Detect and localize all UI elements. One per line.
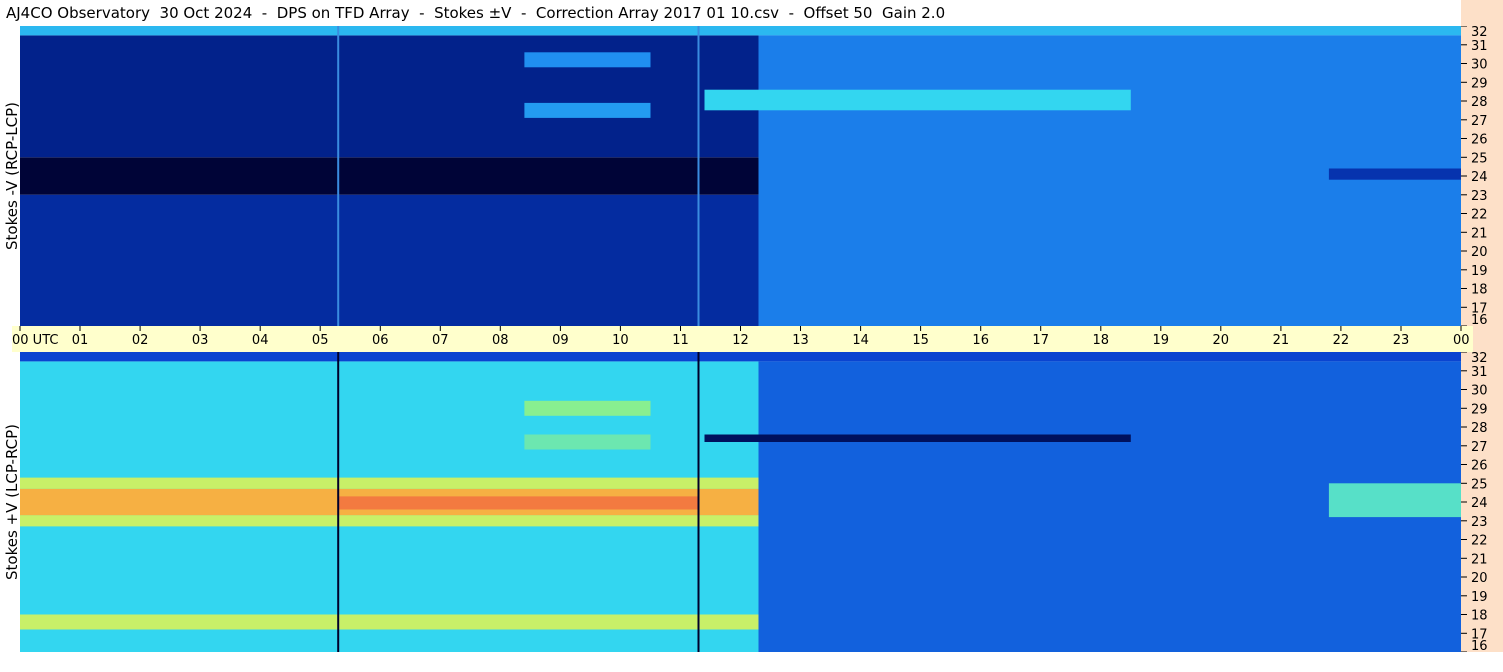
bottom-region-2 bbox=[20, 515, 759, 527]
bottom-region-6 bbox=[20, 352, 1461, 362]
bottom-freq-label-1: 17 bbox=[1471, 627, 1488, 642]
time-tick-label-11: 11 bbox=[672, 333, 689, 348]
time-axis: 00 UTC 01 02 03 04 05 06 07 08 09 10 11 12 13 14 15 16 17… bbox=[12, 326, 1502, 352]
time-tick-label-23: 23 bbox=[1393, 333, 1410, 348]
time-tick-label-8: 08 bbox=[492, 333, 509, 348]
bottom-freq-label-2: 18 bbox=[1471, 609, 1488, 624]
top-freq-label-7: 23 bbox=[1471, 189, 1488, 204]
time-tick-label-19: 19 bbox=[1153, 333, 1170, 348]
top-region-2 bbox=[20, 194, 759, 326]
time-tick-label-24: 00 MHz bbox=[1453, 333, 1473, 348]
top-freq-label-14: 30 bbox=[1471, 58, 1488, 73]
time-tick-label-20: 20 bbox=[1213, 333, 1230, 348]
time-tick-label-10: 10 bbox=[612, 333, 629, 348]
bottom-freq-label-5: 21 bbox=[1471, 552, 1488, 567]
bottom-freq-label-13: 29 bbox=[1471, 402, 1488, 417]
time-tick-label-0: 00 UTC bbox=[12, 333, 58, 348]
bottom-region-9 bbox=[524, 434, 651, 450]
time-tick-label-14: 14 bbox=[852, 333, 869, 348]
time-tick-label-18: 18 bbox=[1093, 333, 1110, 348]
time-tick-label-2: 02 bbox=[132, 333, 149, 348]
bottom-region-10 bbox=[704, 434, 1131, 442]
top-freq-label-5: 21 bbox=[1471, 226, 1488, 241]
bottom-freq-label-9: 25 bbox=[1471, 477, 1488, 492]
top-freq-label-10: 26 bbox=[1471, 133, 1488, 148]
top-freq-label-11: 27 bbox=[1471, 114, 1488, 129]
time-tick-label-15: 15 bbox=[912, 333, 929, 348]
bottom-region-4 bbox=[338, 496, 699, 510]
time-tick-label-12: 12 bbox=[732, 333, 749, 348]
top-region-3 bbox=[20, 26, 1461, 36]
time-tick-label-9: 09 bbox=[552, 333, 569, 348]
top-freq-label-1: 17 bbox=[1471, 301, 1488, 316]
bottom-freq-label-4: 20 bbox=[1471, 571, 1488, 586]
time-axis-svg: 00 UTC 01 02 03 04 05 06 07 08 09 10 11 12 13 14 15 16 17… bbox=[12, 326, 1502, 348]
time-tick-label-5: 05 bbox=[312, 333, 329, 348]
time-tick-label-16: 16 bbox=[972, 333, 989, 348]
time-tick-label-7: 07 bbox=[432, 333, 449, 348]
time-tick-label-1: 01 bbox=[72, 333, 89, 348]
time-tick-label-4: 04 bbox=[252, 333, 269, 348]
time-tick-label-17: 17 bbox=[1032, 333, 1049, 348]
top-region-5 bbox=[524, 52, 651, 68]
stokes-plus-v-spectrogram bbox=[20, 352, 1461, 652]
bottom-freq-label-12: 28 bbox=[1471, 421, 1488, 436]
bottom-frequency-axis: 16 17 18 19 20 21 22 23 24 25 26 27 28 29 30 31 32 bbox=[1461, 351, 1503, 654]
bottom-freq-label-3: 19 bbox=[1471, 590, 1488, 605]
time-tick-label-21: 21 bbox=[1273, 333, 1290, 348]
bottom-frequency-axis-svg: 1617181920212223242526272829303132 bbox=[1461, 351, 1488, 654]
top-freq-label-3: 19 bbox=[1471, 264, 1488, 279]
time-tick-label-22: 22 bbox=[1333, 333, 1350, 348]
bottom-freq-label-14: 30 bbox=[1471, 384, 1488, 399]
time-tick-label-13: 13 bbox=[792, 333, 809, 348]
spectrogram-top-svg bbox=[20, 26, 1461, 326]
bottom-margin bbox=[0, 652, 1503, 672]
top-freq-label-16: 32 bbox=[1471, 26, 1488, 40]
top-freq-label-6: 22 bbox=[1471, 208, 1488, 223]
stokes-minus-v-spectrogram bbox=[20, 26, 1461, 326]
bottom-region-8 bbox=[524, 400, 651, 416]
top-freq-label-4: 20 bbox=[1471, 245, 1488, 260]
bottom-freq-label-16: 32 bbox=[1471, 352, 1488, 366]
bottom-freq-label-7: 23 bbox=[1471, 515, 1488, 530]
top-frequency-axis: 16 17 18 19 20 21 22 23 24 25 26 27 28 29 30 31 32 bbox=[1461, 25, 1503, 328]
top-freq-label-13: 29 bbox=[1471, 76, 1488, 91]
bottom-freq-label-6: 22 bbox=[1471, 534, 1488, 549]
top-freq-label-15: 31 bbox=[1471, 39, 1488, 54]
bottom-region-1 bbox=[20, 477, 759, 489]
bottom-region-5 bbox=[20, 614, 759, 630]
bottom-panel-ylabel: Stokes +V (LCP-RCP) bbox=[3, 424, 21, 580]
top-region-7 bbox=[704, 89, 1131, 111]
top-panel-ylabel: Stokes -V (RCP-LCP) bbox=[3, 102, 21, 250]
bottom-freq-label-10: 26 bbox=[1471, 459, 1488, 474]
top-frequency-axis-svg: 1617181920212223242526272829303132 bbox=[1461, 25, 1488, 328]
top-region-6 bbox=[524, 102, 651, 118]
time-tick-label-3: 03 bbox=[192, 333, 209, 348]
bottom-freq-label-11: 27 bbox=[1471, 440, 1488, 455]
top-freq-label-9: 25 bbox=[1471, 151, 1488, 166]
chart-title: AJ4CO Observatory 30 Oct 2024 - DPS on T… bbox=[6, 4, 946, 22]
bottom-region-11 bbox=[1328, 483, 1461, 518]
spectrogram-bottom-svg bbox=[20, 352, 1461, 652]
time-tick-label-6: 06 bbox=[372, 333, 389, 348]
top-freq-label-8: 24 bbox=[1471, 170, 1488, 185]
top-freq-label-12: 28 bbox=[1471, 95, 1488, 110]
bottom-freq-label-8: 24 bbox=[1471, 496, 1488, 511]
top-region-0 bbox=[20, 157, 759, 195]
top-region-8 bbox=[1328, 168, 1461, 180]
bottom-freq-label-15: 31 bbox=[1471, 365, 1488, 380]
top-region-4 bbox=[758, 35, 1461, 326]
top-freq-label-2: 18 bbox=[1471, 283, 1488, 298]
